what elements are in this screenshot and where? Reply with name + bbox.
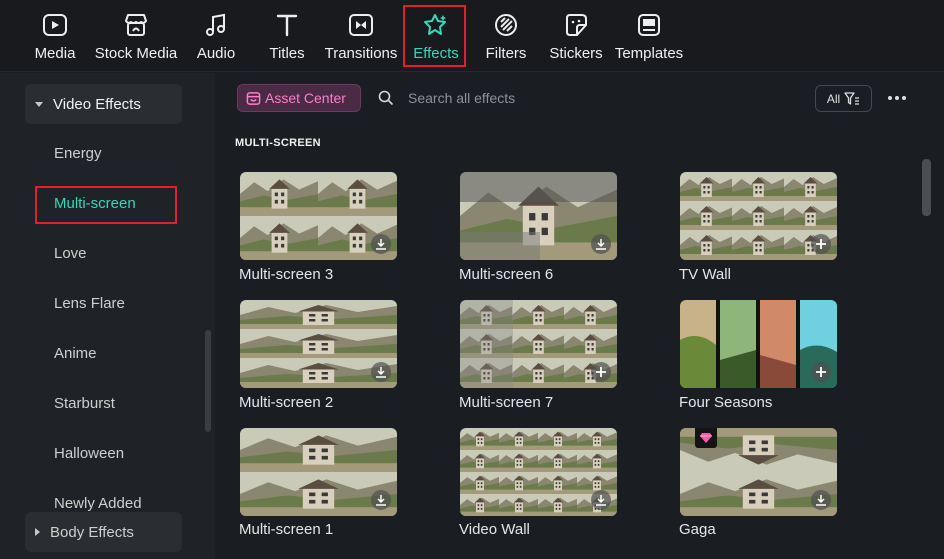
sidebar-item-energy[interactable]: Energy	[54, 145, 102, 162]
tab-stickers-label: Stickers	[549, 45, 603, 62]
effect-card-multi-screen-2[interactable]	[240, 300, 397, 388]
asset-center-label: Asset Center	[265, 90, 346, 106]
tab-filters-label: Filters	[485, 45, 527, 62]
effect-name: Video Wall	[459, 521, 530, 538]
tab-stock-media-label: Stock Media	[94, 45, 178, 62]
filter-label: All	[826, 91, 841, 106]
store-icon	[246, 91, 261, 106]
tab-media-label: Media	[34, 45, 76, 62]
search-bar[interactable]: Search all effects	[375, 84, 795, 112]
filter-dropdown[interactable]: All	[815, 85, 872, 112]
sidebar-item-newly-added[interactable]: Newly Added	[54, 495, 142, 512]
tab-audio-label: Audio	[196, 45, 236, 62]
effect-name: Multi-screen 3	[239, 266, 334, 283]
tab-transitions[interactable]: Transitions	[325, 6, 397, 66]
tab-effects[interactable]: Effects	[409, 6, 463, 66]
premium-gem-icon	[695, 428, 717, 448]
add-icon[interactable]	[811, 234, 831, 254]
sidebar-item-multi-screen[interactable]: Multi-screen	[54, 195, 136, 212]
effects-star-icon	[422, 11, 450, 39]
effect-card-multi-screen-6[interactable]	[460, 172, 617, 260]
filters-icon	[492, 11, 520, 39]
effect-name: Multi-screen 7	[459, 394, 554, 411]
effect-card-multi-screen-3[interactable]	[240, 172, 397, 260]
tab-templates[interactable]: Templates	[614, 6, 684, 66]
effect-name: Gaga	[679, 521, 716, 538]
effect-card-four-seasons[interactable]	[680, 300, 837, 388]
tab-media[interactable]: Media	[32, 6, 78, 66]
media-icon	[41, 11, 69, 39]
search-input[interactable]: Search all effects	[408, 90, 515, 106]
chevron-right-icon	[35, 528, 40, 536]
effect-card-multi-screen-1[interactable]	[240, 428, 397, 516]
stock-media-icon	[122, 11, 150, 39]
add-icon[interactable]	[811, 362, 831, 382]
download-icon[interactable]	[371, 490, 391, 510]
download-icon[interactable]	[811, 490, 831, 510]
effect-card-multi-screen-7[interactable]	[460, 300, 617, 388]
effect-card-tv-wall[interactable]	[680, 172, 837, 260]
tab-stickers[interactable]: Stickers	[549, 6, 603, 66]
sidebar-item-anime[interactable]: Anime	[54, 345, 97, 362]
tab-transitions-label: Transitions	[324, 45, 398, 62]
top-toolbar: Media Stock Media Audio Titles Transitio…	[0, 0, 944, 72]
tab-titles-label: Titles	[269, 45, 305, 62]
sidebar-body-effects-label: Body Effects	[50, 523, 134, 541]
tab-titles[interactable]: Titles	[265, 6, 309, 66]
download-icon[interactable]	[591, 490, 611, 510]
sidebar-item-lens-flare[interactable]: Lens Flare	[54, 295, 125, 312]
tab-templates-label: Templates	[614, 45, 684, 62]
effect-name: Four Seasons	[679, 394, 773, 411]
sidebar-scrollbar[interactable]	[205, 330, 211, 432]
sidebar-item-halloween[interactable]: Halloween	[54, 445, 124, 462]
effect-name: TV Wall	[679, 266, 731, 283]
effect-card-gaga[interactable]	[680, 428, 837, 516]
sidebar-item-starburst[interactable]: Starburst	[54, 395, 115, 412]
chevron-down-icon	[35, 101, 43, 107]
text-t-icon	[273, 11, 301, 39]
download-icon[interactable]	[591, 234, 611, 254]
effect-name: Multi-screen 2	[239, 394, 334, 411]
sidebar-item-love[interactable]: Love	[54, 245, 87, 262]
download-icon[interactable]	[371, 234, 391, 254]
sidebar	[0, 73, 215, 559]
search-icon	[378, 90, 394, 106]
tab-effects-label: Effects	[413, 45, 459, 62]
effect-name: Multi-screen 1	[239, 521, 334, 538]
tab-filters[interactable]: Filters	[484, 6, 528, 66]
music-note-icon	[202, 11, 230, 39]
sticker-icon	[562, 11, 590, 39]
add-icon[interactable]	[591, 362, 611, 382]
sidebar-video-effects[interactable]: Video Effects	[25, 84, 182, 124]
filter-icon	[844, 91, 860, 106]
templates-icon	[635, 11, 663, 39]
tab-stock-media[interactable]: Stock Media	[94, 6, 178, 66]
sidebar-body-effects[interactable]: Body Effects	[25, 512, 182, 552]
sidebar-video-effects-label: Video Effects	[53, 95, 141, 113]
tab-audio[interactable]: Audio	[194, 6, 238, 66]
more-options-button[interactable]	[884, 88, 910, 108]
asset-center-button[interactable]: Asset Center	[237, 84, 361, 112]
grid-scrollbar[interactable]	[922, 159, 931, 216]
download-icon[interactable]	[371, 362, 391, 382]
section-title: MULTI-SCREEN	[235, 137, 321, 149]
effect-name: Multi-screen 6	[459, 266, 554, 283]
effect-card-video-wall[interactable]	[460, 428, 617, 516]
transitions-icon	[347, 11, 375, 39]
